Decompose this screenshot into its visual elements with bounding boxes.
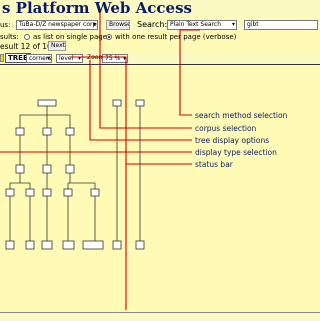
title-bar: s Platform Web Access (0, 0, 320, 17)
app-title: s Platform Web Access (2, 0, 192, 17)
tree-edges (9, 106, 141, 241)
tree-node[interactable] (65, 164, 75, 174)
level-select[interactable]: level (56, 54, 83, 63)
tree-leaf[interactable] (62, 240, 75, 250)
search-method-select[interactable]: Plain Text Search (167, 20, 237, 30)
tree-node[interactable] (42, 164, 52, 174)
tree-node[interactable] (5, 188, 15, 197)
tree-leaf[interactable] (82, 240, 104, 250)
tree-node[interactable] (63, 188, 73, 197)
tree-leaf[interactable] (112, 240, 122, 250)
tree-display-toolbar: TREE corners level Zoom 75 % (0, 53, 320, 65)
browse-button[interactable]: Browse (106, 20, 130, 30)
tree-leaf[interactable] (41, 240, 53, 250)
tree-node[interactable] (42, 188, 52, 197)
tree-nodes (5, 99, 145, 250)
zoom-select[interactable]: 75 % (102, 54, 128, 63)
navigation-row: esult 12 of 100 Next (0, 40, 320, 52)
tree-handle (0, 54, 4, 62)
syntax-tree (5, 99, 145, 250)
tree-leaf[interactable] (25, 240, 35, 250)
tree-node[interactable] (112, 99, 122, 107)
tree-node[interactable] (42, 127, 52, 136)
tree-node[interactable] (90, 188, 100, 197)
corpus-select[interactable]: TuBa-D/Z newspaper corpus (16, 20, 98, 30)
search-label: Search: (137, 20, 168, 29)
corners-select[interactable]: corners (26, 54, 52, 63)
tree-node[interactable] (135, 99, 145, 107)
tree-node[interactable] (37, 99, 57, 107)
next-button[interactable]: Next (48, 41, 66, 51)
tree-node[interactable] (15, 164, 25, 174)
tree-node[interactable] (65, 127, 75, 136)
tree-node[interactable] (25, 188, 35, 197)
syntax-tree-panel (0, 65, 320, 312)
tree-leaf[interactable] (5, 240, 15, 250)
search-query-input[interactable]: gibt (244, 20, 318, 30)
search-row: us: TuBa-D/Z newspaper corpus Browse Sea… (0, 18, 320, 32)
corpus-label: us: (0, 21, 11, 29)
tree-node[interactable] (15, 127, 25, 136)
tree-leaf[interactable] (135, 240, 145, 250)
